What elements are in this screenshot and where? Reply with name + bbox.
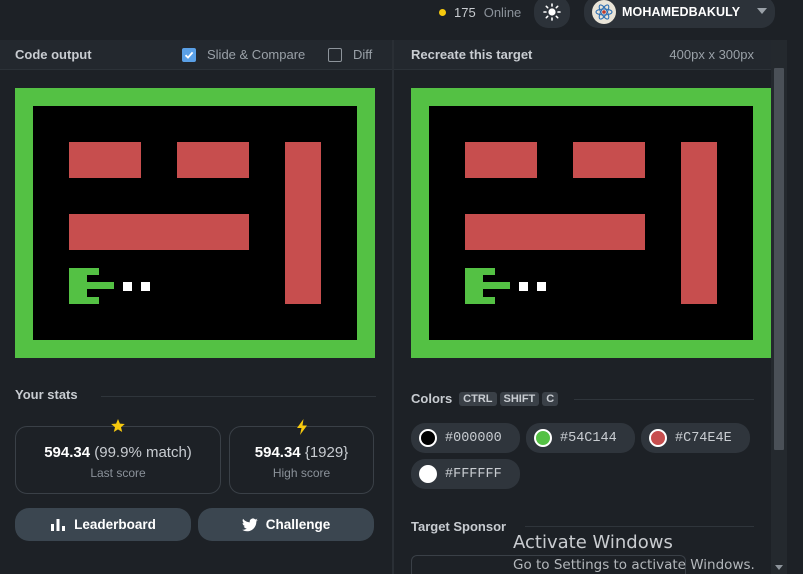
user-menu-button[interactable]: MOHAMEDBAKULY [584,0,775,28]
white-dot [141,282,150,291]
kbd-shift: SHIFT [499,391,540,406]
color-dot [534,429,552,447]
code-output-title: Code output [15,47,92,62]
diff-toggle[interactable]: Diff [328,47,372,62]
color-hex: #FFFFFF [445,466,502,482]
sponsor-box[interactable] [411,555,686,574]
chevron-down-icon [757,8,767,14]
lightning-icon [296,419,307,435]
color-dot [649,429,667,447]
high-score-card: 594.34 {1929} High score [229,419,374,494]
avatar [592,0,616,24]
target-sponsor-title: Target Sponsor [411,519,507,534]
challenge-button[interactable]: Challenge [198,508,374,541]
code-output-panel: Code output Slide & Compare Diff Your st… [0,40,392,574]
target-panel: Recreate this target 400px x 300px Color… [394,40,771,574]
theme-toggle-button[interactable] [534,0,570,28]
color-swatch-white[interactable]: #FFFFFF [411,459,520,489]
divider [101,396,376,397]
target-canvas [411,88,771,358]
slide-compare-label: Slide & Compare [207,47,306,62]
top-bar: 175 Online MOHAMEDBAKULY [0,0,803,40]
star-icon [111,419,125,432]
red-block [465,142,537,178]
color-dot [419,429,437,447]
divider [574,399,754,400]
red-block [177,142,249,178]
red-block [285,142,321,304]
green-shape [465,268,495,275]
target-title: Recreate this target [411,47,533,62]
kbd-ctrl: CTRL [459,391,497,406]
color-hex: #000000 [445,430,502,446]
online-indicator: 175 Online [439,4,521,20]
target-size: 400px x 300px [669,47,754,62]
slide-compare-checkbox[interactable] [182,47,196,62]
red-block [465,214,645,250]
leaderboard-label: Leaderboard [74,517,156,532]
green-shape [69,297,99,304]
color-hex: #54C144 [560,430,617,446]
high-score-label: High score [272,466,331,480]
colors-section-header: Colors CTRL SHIFT C [411,391,559,406]
online-dot-icon [439,8,446,16]
green-shape [465,297,495,304]
kbd-c: C [542,391,559,406]
green-shape [87,282,114,289]
online-count: 175 [454,4,476,20]
username: MOHAMEDBAKULY [622,5,741,19]
red-block [69,142,141,178]
white-dot [537,282,546,291]
code-output-header: Code output Slide & Compare Diff [0,40,392,70]
twitter-icon [241,518,258,531]
scroll-down-arrow-icon[interactable] [775,565,783,570]
last-score-card: 594.34 (99.9% match) Last score [15,419,221,494]
colors-title: Colors [411,391,453,406]
high-score-value: 594.34 [254,444,301,461]
red-block [573,142,645,178]
your-stats-title: Your stats [15,387,78,402]
white-dot [123,282,132,291]
color-swatch-red[interactable]: #C74E4E [641,423,750,453]
green-shape [69,268,99,275]
white-dot [519,282,528,291]
challenge-label: Challenge [265,517,331,532]
bar-chart-icon [51,518,66,531]
scrollbar-thumb[interactable] [774,68,784,450]
page-scrollbar[interactable] [771,40,787,574]
high-score-rank: {1929} [304,444,349,461]
green-shape [483,282,510,289]
color-hex: #C74E4E [675,430,732,446]
online-label: Online [483,4,522,20]
diff-label: Diff [353,47,373,62]
leaderboard-button[interactable]: Leaderboard [15,508,191,541]
sun-icon [543,3,561,21]
target-header: Recreate this target 400px x 300px [394,40,771,70]
divider [525,526,754,527]
code-output-canvas[interactable] [15,88,375,358]
color-dot [419,465,437,483]
last-score-match: (99.9% match) [94,444,192,461]
last-score-label: Last score [90,466,146,480]
red-block [681,142,717,304]
canvas-background [33,106,357,340]
red-block [69,214,249,250]
slide-compare-toggle[interactable]: Slide & Compare [182,47,305,62]
color-swatch-black[interactable]: #000000 [411,423,520,453]
canvas-background [429,106,753,340]
color-swatch-green[interactable]: #54C144 [526,423,635,453]
last-score-value: 594.34 [44,444,91,461]
atom-avatar-icon [595,4,613,20]
diff-checkbox[interactable] [328,47,342,62]
checkmark-icon [184,51,194,59]
